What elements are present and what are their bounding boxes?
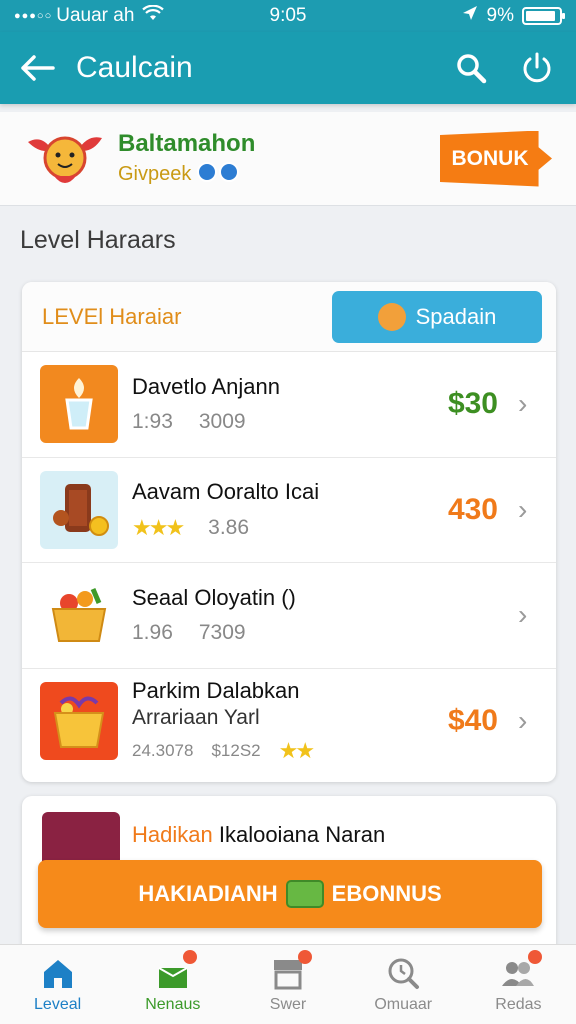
item-meta-2: 3.86 — [208, 515, 250, 539]
featured-card-title-rest: Ikalooiana Naran — [218, 822, 386, 847]
gift-bucket-icon — [40, 682, 118, 761]
stars-icon: ★★ — [278, 738, 315, 764]
tab-omuaar[interactable]: Omuaar — [346, 945, 461, 1024]
level-card: LEVEl Haraiar Spadain Davetlo Anjann 1:9… — [22, 282, 556, 782]
spadain-label: Spadain — [415, 303, 497, 329]
promo-title: Baltamahon — [118, 129, 256, 157]
status-time: 9:05 — [269, 5, 307, 26]
tab-label: Omuaar — [374, 995, 433, 1013]
tab-label: Leveal — [34, 995, 82, 1013]
home-icon — [40, 956, 76, 990]
back-button[interactable] — [0, 32, 76, 104]
item-name: Davetlo Anjann — [132, 374, 280, 400]
notification-dot — [528, 949, 543, 964]
list-item[interactable]: Aavam Ooralto Icai ★★★ 3.86 430 › — [22, 458, 556, 563]
item-meta-2: 7309 — [198, 621, 246, 645]
list-item[interactable]: Parkim Dalabkan Arrariaan Yarl 24.3078 $… — [22, 669, 556, 775]
promo-banner[interactable]: Baltamahon Givpeek BONUK — [0, 112, 576, 206]
treasure-bag-icon — [40, 470, 118, 549]
back-arrow-icon — [21, 55, 55, 81]
chevron-right-icon: › — [518, 705, 528, 737]
power-icon — [523, 52, 551, 83]
notification-dot — [182, 949, 197, 964]
power-button[interactable] — [518, 49, 556, 87]
mascot-small-icon — [377, 302, 406, 331]
tab-redas[interactable]: Redas — [461, 945, 576, 1024]
featured-card-title-accent: Hadikan — [132, 822, 213, 847]
money-icon — [285, 880, 324, 908]
claim-bonus-button[interactable]: HAKIADIANH EBONNUS — [38, 860, 542, 928]
mascot-logo-icon — [24, 124, 106, 194]
item-price: $40 — [447, 704, 498, 738]
chevron-right-icon: › — [518, 388, 528, 420]
app-bar: Caulcain — [0, 32, 576, 104]
notification-dot — [298, 949, 312, 964]
promo-subtitle: Givpeek — [118, 163, 192, 185]
section-title: Level Haraars — [20, 226, 176, 254]
verified-badges-icon — [197, 161, 241, 188]
search-icon — [457, 54, 487, 84]
status-bar: ●●●○○ Uauar ah 9:05 9% — [0, 0, 576, 32]
tab-nenaus[interactable]: Nenaus — [115, 945, 230, 1024]
tab-label: Swer — [269, 995, 307, 1013]
chevron-right-icon: › — [518, 599, 528, 631]
bonus-tag-button[interactable]: BONUK — [440, 130, 552, 187]
item-meta-1: 1.96 — [132, 621, 173, 645]
cup-icon — [40, 365, 118, 444]
tab-label: Nenaus — [145, 995, 201, 1013]
bonus-label: BONUK — [451, 146, 529, 170]
search-clock-icon — [385, 956, 421, 990]
cta-label-right: EBONNUS — [331, 881, 442, 906]
item-price: $30 — [447, 387, 498, 421]
page-title: Caulcain — [76, 51, 193, 84]
item-meta-2: $12S2 — [211, 741, 261, 761]
gift-box-icon — [155, 949, 197, 990]
spadain-button[interactable]: Spadain — [332, 290, 542, 343]
list-item[interactable]: Seaal Oloyatin () 1.96 7309 › — [22, 563, 556, 669]
stars-icon: ★★★ — [132, 514, 185, 540]
item-meta-2: 3009 — [198, 410, 246, 434]
item-name: Seaal Oloyatin () — [132, 585, 296, 611]
card-header: LEVEl Haraiar Spadain — [22, 282, 556, 352]
bottom-tab-bar: Leveal Nenaus Swer Omuaar Redas — [0, 944, 576, 1024]
tab-leveal[interactable]: Leveal — [0, 945, 115, 1024]
tab-swer[interactable]: Swer — [230, 945, 345, 1024]
item-name: Aavam Ooralto Icai — [132, 478, 320, 504]
users-icon — [500, 949, 543, 990]
card-header-title: LEVEl Haraiar — [42, 303, 182, 329]
battery-icon — [522, 7, 565, 25]
cta-label-left: HAKIADIANH — [138, 881, 278, 906]
chevron-right-icon: › — [518, 493, 528, 525]
item-meta-1: 24.3078 — [132, 741, 194, 761]
item-name: Parkim Dalabkan — [132, 678, 300, 704]
tab-label: Redas — [495, 995, 542, 1013]
item-subname: Arrariaan Yarl — [132, 706, 260, 730]
item-meta-1: 1:93 — [132, 410, 173, 434]
search-button[interactable] — [452, 49, 490, 87]
store-icon — [270, 949, 312, 990]
featured-card-title: Hadikan Ikalooiana Naran — [132, 822, 385, 848]
list-item[interactable]: Davetlo Anjann 1:93 3009 $30 › — [22, 352, 556, 458]
fruit-basket-icon — [40, 576, 118, 655]
item-price: 430 — [447, 492, 498, 526]
